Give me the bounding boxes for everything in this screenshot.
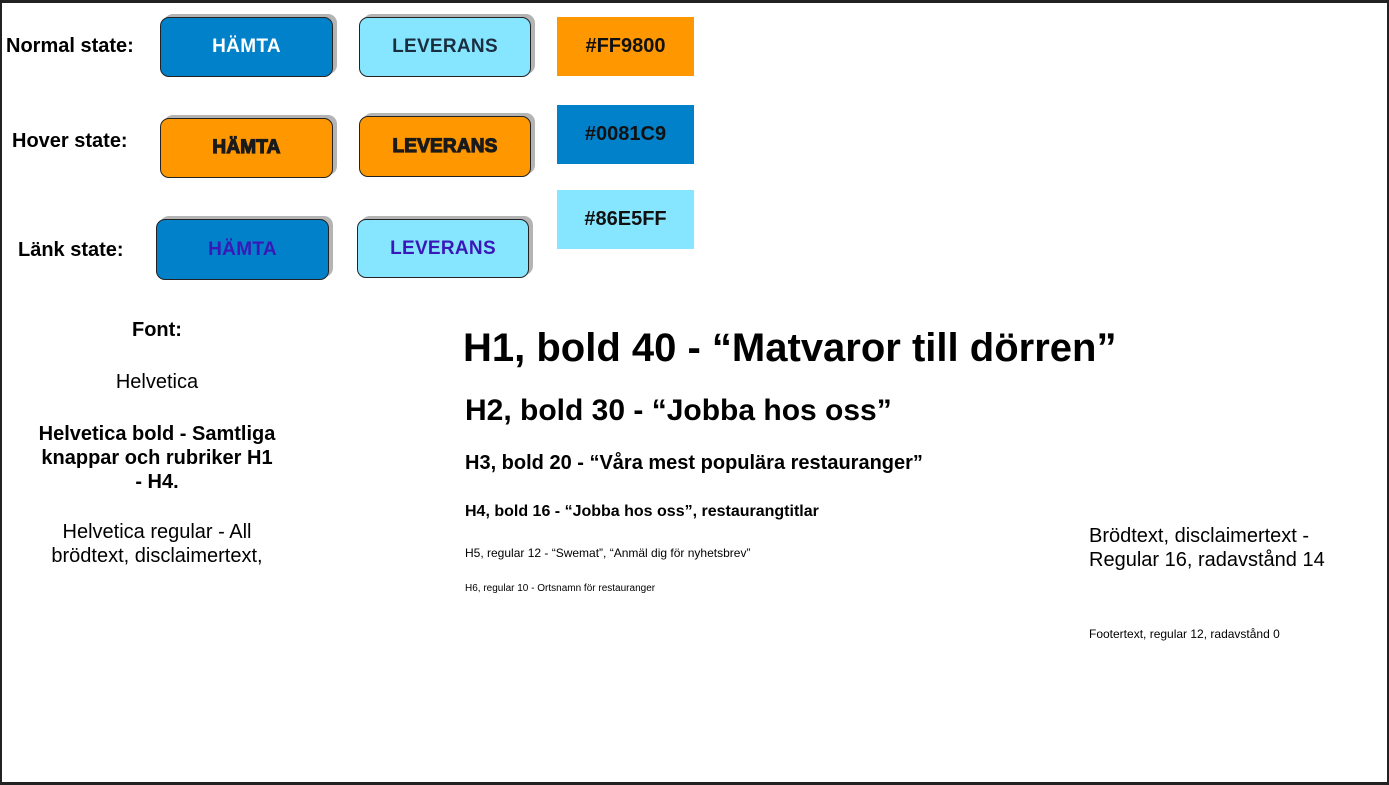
font-name: Helvetica bbox=[115, 371, 199, 393]
leverans-button-hover[interactable]: LEVERANS bbox=[359, 116, 531, 177]
h4-sample: H4, bold 16 - “Jobba hos oss”, restauran… bbox=[465, 503, 819, 520]
h3-sample: H3, bold 20 - “Våra mest populära restau… bbox=[465, 452, 923, 474]
h2-sample: H2, bold 30 - “Jobba hos oss” bbox=[465, 394, 892, 427]
leverans-button-normal[interactable]: LEVERANS bbox=[359, 17, 531, 77]
hamta-button-link[interactable]: HÄMTA bbox=[156, 219, 329, 280]
brodtext-sample: Brödtext, disclaimertext - Regular 16, r… bbox=[1089, 525, 1325, 571]
h5-sample: H5, regular 12 - “Swemat”, “Anmäl dig fö… bbox=[465, 546, 751, 560]
hamta-button-normal[interactable]: HÄMTA bbox=[160, 17, 333, 77]
hover-state-label: Hover state: bbox=[12, 130, 128, 152]
hamta-button-hover[interactable]: HÄMTA bbox=[160, 118, 333, 178]
font-regular-description: Helvetica regular - All brödtext, discla… bbox=[51, 521, 263, 567]
orange-color-swatch: #FF9800 bbox=[557, 17, 694, 76]
leverans-button-link[interactable]: LEVERANS bbox=[357, 219, 529, 278]
font-bold-description: Helvetica bold - Samtliga knappar och ru… bbox=[38, 423, 276, 493]
h6-sample: H6, regular 10 - Ortsnamn för restaurang… bbox=[465, 583, 656, 594]
font-heading: Font: bbox=[132, 319, 182, 341]
link-state-label: Länk state: bbox=[18, 239, 124, 261]
blue-color-swatch: #0081C9 bbox=[557, 105, 694, 164]
normal-state-label: Normal state: bbox=[6, 35, 134, 57]
light-blue-color-swatch: #86E5FF bbox=[557, 190, 694, 249]
footertext-sample: Footertext, regular 12, radavstånd 0 bbox=[1089, 627, 1280, 641]
h1-sample: H1, bold 40 - “Matvaror till dörren” bbox=[463, 326, 1117, 370]
